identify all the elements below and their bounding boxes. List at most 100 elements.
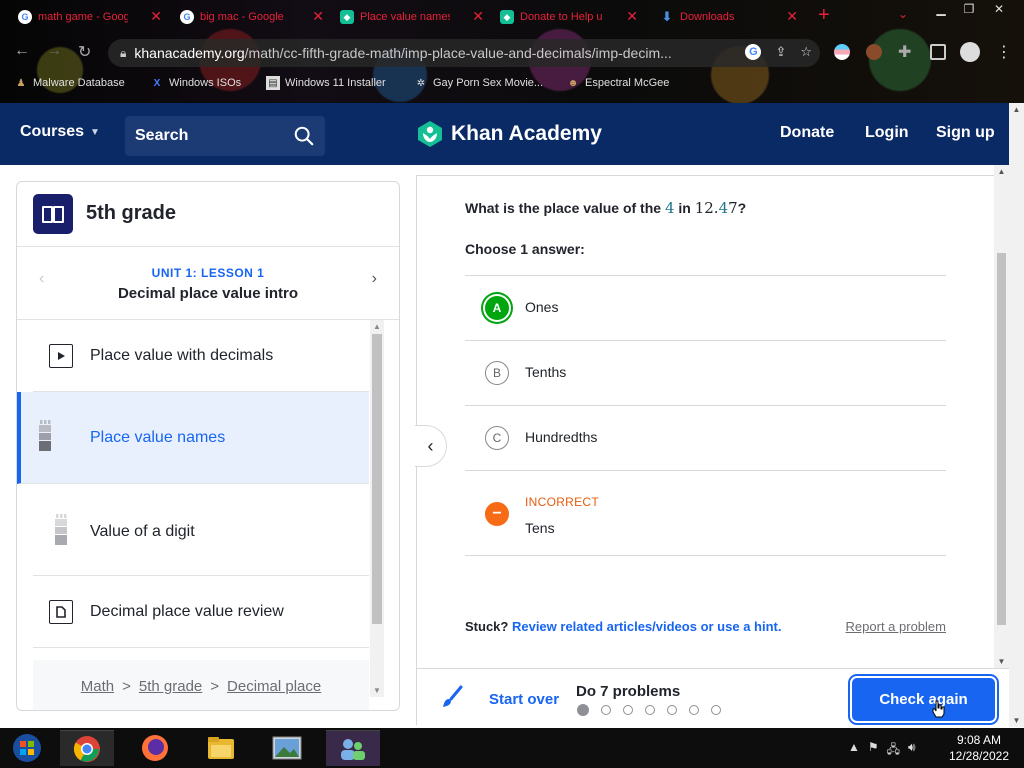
scroll-down-icon[interactable]: ▼	[1009, 716, 1024, 725]
book-icon	[33, 194, 73, 234]
network-icon[interactable]: 🖧︎	[887, 740, 900, 761]
progress-dot	[711, 705, 721, 715]
breadcrumb-unit[interactable]: Decimal place	[227, 678, 321, 695]
breadcrumb-separator: >	[122, 677, 131, 695]
search-icon[interactable]	[293, 125, 315, 147]
taskbar-app[interactable]	[326, 730, 380, 766]
answer-choice-b[interactable]: B Tenths	[465, 340, 946, 405]
progress-dot	[645, 705, 655, 715]
search-input[interactable]: Search	[125, 116, 325, 156]
restore-icon[interactable]: ❐	[954, 0, 984, 18]
close-tab-icon[interactable]: ✕	[786, 8, 798, 25]
site-icon: ✲	[416, 77, 426, 89]
close-tab-icon[interactable]: ✕	[626, 8, 638, 25]
users-icon	[341, 738, 365, 760]
bookmark-espectral-mcgee[interactable]: ☻ Espectral McGee	[566, 76, 670, 90]
page-scrollbar[interactable]: ▲ ▼	[994, 165, 1009, 668]
breadcrumb-math[interactable]: Math	[81, 678, 114, 695]
browser-tab-3[interactable]: ◆ Place value names ✕	[322, 5, 488, 29]
tab-strip: G math game - Goog ✕ G big mac - Google …	[0, 0, 1024, 34]
browser-tab-1[interactable]: G math game - Goog ✕	[0, 5, 166, 29]
scroll-up-icon[interactable]: ▲	[994, 167, 1009, 176]
close-window-icon[interactable]: ✕	[984, 0, 1014, 18]
hint-link[interactable]: Review related articles/videos or use a …	[512, 619, 782, 634]
scroll-up-icon[interactable]: ▲	[370, 322, 384, 331]
extension-flag-icon[interactable]	[834, 44, 850, 60]
menu-kebab-icon[interactable]: ⋮	[996, 42, 1012, 62]
breadcrumb-separator: >	[210, 677, 220, 695]
choice-letter-b: B	[485, 361, 509, 385]
tab-search-icon[interactable]: ⌄	[898, 7, 908, 21]
browser-tab-4[interactable]: ◆ Donate to Help u ✕	[482, 5, 642, 29]
donate-link[interactable]: Donate	[780, 124, 834, 142]
person-icon: ♟	[16, 77, 26, 89]
new-tab-icon[interactable]: +	[818, 4, 830, 27]
system-clock[interactable]: 9:08 AM 12/28/2022	[944, 732, 1014, 764]
signup-link[interactable]: Sign up	[936, 124, 995, 142]
bookmark-windows-11-installer[interactable]: ▤ Windows 11 Installer	[266, 76, 386, 90]
site-header: Courses ▼ Search Khan Academy Donate Log…	[0, 103, 1009, 165]
lesson-item-article[interactable]: Decimal place value review	[33, 576, 369, 648]
bookmark-windows-isos[interactable]: X Windows ISOs	[150, 76, 241, 90]
lesson-title: Decimal place value intro	[117, 285, 299, 302]
bookmark-star-icon[interactable]: ☆	[800, 44, 812, 60]
profile-icon[interactable]	[960, 42, 980, 62]
url-text: khanacademy.org/math/cc-fifth-grade-math…	[134, 45, 672, 61]
browser-tab-2[interactable]: G big mac - Google ✕	[162, 5, 328, 29]
share-icon[interactable]: ⇪	[775, 44, 786, 60]
lesson-item-exercise-active[interactable]: Place value names	[17, 392, 369, 484]
side-panel-icon[interactable]	[930, 44, 946, 60]
back-icon[interactable]: ←	[14, 42, 30, 60]
bookmark-malware-database[interactable]: ♟ Malware Database	[14, 76, 125, 90]
reload-icon[interactable]: ↻	[78, 42, 91, 62]
chevron-left-icon: ‹	[427, 435, 434, 456]
taskbar-chrome[interactable]	[60, 730, 114, 766]
lesson-sidebar: 5th grade ‹ UNIT 1: LESSON 1 Decimal pla…	[16, 181, 400, 711]
check-again-button[interactable]: Check again	[852, 678, 995, 721]
exercise-footer: Start over Do 7 problems Check again	[417, 668, 1009, 726]
report-problem-link[interactable]: Report a problem	[846, 619, 946, 634]
minimize-icon[interactable]: ▁	[926, 0, 956, 18]
window-scrollbar[interactable]: ▲ ▼	[1009, 103, 1024, 727]
scroll-down-icon[interactable]: ▼	[994, 657, 1009, 666]
course-title[interactable]: 5th grade	[86, 202, 176, 225]
answer-choice-d[interactable]: − INCORRECT Tens	[465, 470, 946, 555]
lesson-item-exercise[interactable]: Value of a digit	[33, 484, 369, 576]
taskbar-firefox[interactable]	[128, 730, 182, 766]
start-button[interactable]	[0, 730, 54, 766]
lesson-item-video[interactable]: Place value with decimals	[33, 320, 369, 392]
scroll-down-icon[interactable]: ▼	[370, 686, 384, 695]
answer-choice-a[interactable]: A Ones	[465, 275, 946, 340]
start-over-button[interactable]: Start over	[489, 691, 559, 708]
flag-icon[interactable]: ⚑	[868, 740, 879, 761]
khan-academy-logo[interactable]: Khan Academy	[417, 120, 602, 148]
chevron-right-icon[interactable]: ›	[372, 270, 377, 288]
chrome-icon	[73, 735, 100, 762]
answer-choice-c[interactable]: C Hundredths	[465, 405, 946, 470]
system-tray: ▲ ⚑ 🖧︎ 🔊︎	[848, 740, 916, 761]
address-bar[interactable]: 🔒︎ khanacademy.org/math/cc-fifth-grade-m…	[108, 39, 820, 67]
extensions-puzzle-icon[interactable]: ✚	[898, 42, 911, 62]
breadcrumb-grade[interactable]: 5th grade	[139, 678, 202, 695]
taskbar-photos[interactable]	[260, 730, 314, 766]
google-lens-icon[interactable]: G	[745, 44, 762, 60]
sidebar-scrollbar[interactable]: ▲ ▼	[370, 320, 384, 697]
windows-start-icon	[13, 734, 41, 762]
taskbar-explorer[interactable]	[194, 730, 248, 766]
scroll-up-icon[interactable]: ▲	[1009, 105, 1024, 114]
browser-tab-5[interactable]: ⬇ Downloads ✕	[642, 5, 802, 29]
close-tab-icon[interactable]: ✕	[150, 8, 162, 25]
exercise-tower-icon	[39, 420, 51, 451]
login-link[interactable]: Login	[865, 124, 909, 142]
bookmark-movie[interactable]: ✲ Gay Porn Sex Movie...	[414, 76, 543, 90]
scratchpad-brush-icon[interactable]	[439, 684, 465, 710]
volume-icon[interactable]: 🔊︎	[908, 740, 916, 761]
extension-avatar-icon[interactable]	[866, 44, 882, 60]
lesson-item-list: Place value with decimals Place value na…	[17, 320, 369, 710]
courses-menu[interactable]: Courses ▼	[20, 123, 100, 141]
tray-expand-icon[interactable]: ▲	[848, 740, 860, 761]
scrollbar-thumb[interactable]	[997, 253, 1006, 625]
forward-icon[interactable]: →	[46, 42, 62, 60]
scrollbar-thumb[interactable]	[372, 334, 382, 624]
unit-lesson-label[interactable]: UNIT 1: LESSON 1	[17, 266, 399, 280]
